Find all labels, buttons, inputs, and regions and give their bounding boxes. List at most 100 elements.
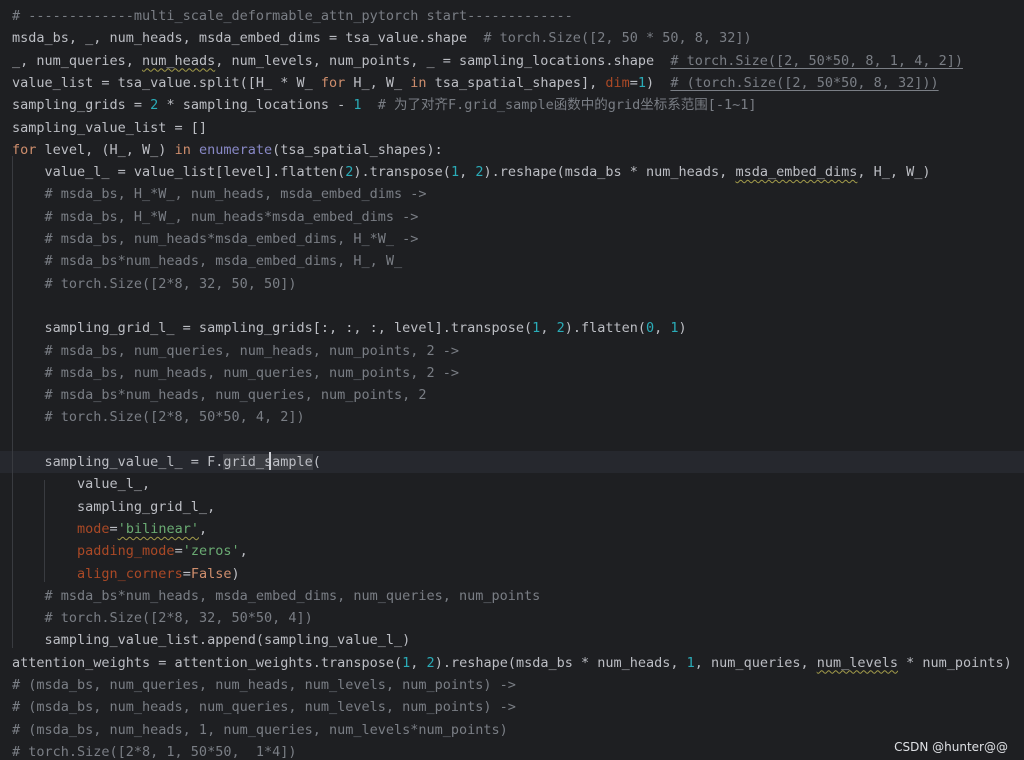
code-line[interactable]: # -------------multi_scale_deformable_at… bbox=[0, 5, 1024, 27]
code-token: _, num_queries, bbox=[12, 52, 143, 69]
code-token: num_heads bbox=[142, 52, 216, 69]
code-token: enumerate bbox=[198, 141, 273, 158]
code-token: sampling_grid_l_ = sampling_grids[:, :, … bbox=[12, 320, 533, 337]
code-line[interactable] bbox=[0, 295, 1024, 317]
code-line[interactable]: sampling_grids = 2 * sampling_locations … bbox=[0, 94, 1024, 116]
code-token: msda_bs, _, num_heads, msda_embed_dims =… bbox=[12, 30, 484, 47]
code-token: # (torch.Size([2, 50*50, 8, 32])) bbox=[670, 74, 939, 91]
text-cursor bbox=[269, 452, 271, 470]
code-token: , bbox=[459, 164, 476, 181]
code-editor[interactable]: # -------------multi_scale_deformable_at… bbox=[0, 0, 1024, 760]
code-token: ( bbox=[312, 454, 321, 470]
code-token: sampling_value_list.append(sampling_valu… bbox=[12, 632, 411, 649]
code-token: dim bbox=[605, 74, 630, 91]
code-token: # (msda_bs, num_queries, num_heads, num_… bbox=[12, 677, 516, 693]
code-token: sampling_value_l_ = F. bbox=[12, 454, 224, 470]
code-token: 'bilinear' bbox=[117, 520, 199, 537]
code-token: False bbox=[190, 565, 232, 582]
code-token: # torch.Size([2*8, 32, 50, 50]) bbox=[44, 275, 297, 292]
code-line[interactable]: sampling_value_list = [] bbox=[0, 117, 1024, 139]
code-token: align_corners bbox=[77, 565, 183, 582]
code-token: value_l_ = value_list[level].flatten( bbox=[12, 164, 346, 181]
code-token: = bbox=[109, 520, 118, 537]
code-line[interactable]: # msda_bs, num_heads, num_queries, num_p… bbox=[0, 362, 1024, 384]
code-line[interactable]: # torch.Size([2*8, 1, 50*50, 1*4]) bbox=[0, 741, 1024, 760]
code-token: * num_points) bbox=[898, 654, 1012, 671]
code-token: # msda_bs, H_*W_, num_heads, msda_embed_… bbox=[44, 186, 427, 203]
code-token: ).flatten( bbox=[564, 320, 646, 337]
code-line[interactable]: # torch.Size([2*8, 32, 50*50, 4]) bbox=[0, 607, 1024, 629]
code-line[interactable]: sampling_value_l_ = F.grid_sample( bbox=[0, 451, 1024, 474]
code-line[interactable]: sampling_grid_l_ = sampling_grids[:, :, … bbox=[0, 317, 1024, 339]
code-line[interactable]: mode='bilinear', bbox=[0, 518, 1024, 540]
code-line[interactable]: value_list = tsa_value.split([H_ * W_ fo… bbox=[0, 72, 1024, 94]
code-line[interactable]: _, num_queries, num_heads, num_levels, n… bbox=[0, 50, 1024, 72]
code-token: for bbox=[320, 74, 346, 91]
code-token: # torch.Size([2*8, 1, 50*50, 1*4]) bbox=[12, 743, 297, 760]
code-line[interactable]: msda_bs, _, num_heads, msda_embed_dims =… bbox=[0, 27, 1024, 49]
code-token: H_, W_ bbox=[345, 74, 411, 91]
code-token: 1 bbox=[450, 164, 460, 181]
code-token: , num_levels, num_points, _ = sampling_l… bbox=[215, 52, 671, 69]
code-line[interactable]: # torch.Size([2*8, 50*50, 4, 2]) bbox=[0, 406, 1024, 428]
code-token: padding_mode bbox=[77, 543, 175, 560]
code-line[interactable]: # torch.Size([2*8, 32, 50, 50]) bbox=[0, 273, 1024, 295]
code-token: 2 bbox=[556, 320, 565, 337]
code-token: ).reshape(msda_bs * num_heads, bbox=[483, 164, 736, 181]
code-line[interactable]: # msda_bs*num_heads, msda_embed_dims, nu… bbox=[0, 585, 1024, 607]
code-line[interactable]: for level, (H_, W_) in enumerate(tsa_spa… bbox=[0, 139, 1024, 161]
code-token: # (msda_bs, num_heads, 1, num_queries, n… bbox=[12, 721, 508, 738]
code-token: 1 bbox=[637, 74, 647, 91]
code-token: ) bbox=[646, 74, 671, 91]
code-token: ) bbox=[231, 565, 240, 582]
code-token: 2 bbox=[426, 654, 435, 671]
code-token: for bbox=[12, 141, 37, 158]
code-line[interactable]: # msda_bs, H_*W_, num_heads, msda_embed_… bbox=[0, 183, 1024, 205]
code-line[interactable]: value_l_ = value_list[level].flatten(2).… bbox=[0, 161, 1024, 183]
code-token: # msda_bs, num_queries, num_heads, num_p… bbox=[44, 342, 460, 359]
code-token: # msda_bs*num_heads, num_queries, num_po… bbox=[44, 387, 427, 404]
code-token: (tsa_spatial_shapes): bbox=[272, 141, 443, 158]
code-token: # msda_bs, H_*W_, num_heads*msda_embed_d… bbox=[44, 208, 419, 225]
code-token: # torch.Size([2, 50*50, 8, 1, 4, 2]) bbox=[670, 52, 963, 69]
code-line[interactable] bbox=[0, 429, 1024, 451]
indent-guide bbox=[44, 480, 45, 582]
code-token: ).transpose( bbox=[353, 164, 451, 181]
code-line[interactable]: # msda_bs*num_heads, num_queries, num_po… bbox=[0, 384, 1024, 406]
code-line[interactable]: value_l_, bbox=[0, 473, 1024, 495]
code-line[interactable]: sampling_value_list.append(sampling_valu… bbox=[0, 629, 1024, 651]
code-token: sampling_grids = bbox=[12, 97, 151, 114]
code-line[interactable]: # (msda_bs, num_queries, num_heads, num_… bbox=[0, 674, 1024, 696]
code-line[interactable]: # (msda_bs, num_heads, num_queries, num_… bbox=[0, 696, 1024, 718]
code-line[interactable]: # msda_bs, H_*W_, num_heads*msda_embed_d… bbox=[0, 206, 1024, 228]
code-token: * sampling_locations - bbox=[158, 97, 354, 114]
code-token: attention_weights = attention_weights.tr… bbox=[12, 654, 403, 671]
code-line[interactable]: # msda_bs, num_heads*msda_embed_dims, H_… bbox=[0, 228, 1024, 250]
code-token: mode bbox=[77, 520, 110, 537]
code-line[interactable]: # (msda_bs, num_heads, 1, num_queries, n… bbox=[0, 719, 1024, 741]
indent-guide bbox=[12, 156, 13, 648]
code-line[interactable]: attention_weights = attention_weights.tr… bbox=[0, 652, 1024, 674]
code-token: tsa_spatial_shapes], bbox=[426, 74, 606, 91]
code-token: msda_embed_dims bbox=[735, 164, 858, 181]
code-line[interactable]: sampling_grid_l_, bbox=[0, 496, 1024, 518]
code-token: = bbox=[629, 74, 638, 91]
code-line[interactable]: align_corners=False) bbox=[0, 563, 1024, 585]
code-line[interactable]: # msda_bs, num_queries, num_heads, num_p… bbox=[0, 340, 1024, 362]
watermark: CSDN @hunter@@ bbox=[894, 740, 1008, 754]
code-line[interactable]: # msda_bs*num_heads, msda_embed_dims, H_… bbox=[0, 250, 1024, 272]
code-line[interactable]: padding_mode='zeros', bbox=[0, 540, 1024, 562]
code-token: in bbox=[174, 141, 191, 158]
code-token: # msda_bs*num_heads, msda_embed_dims, H_… bbox=[44, 253, 403, 270]
